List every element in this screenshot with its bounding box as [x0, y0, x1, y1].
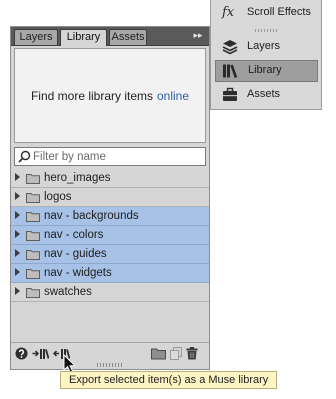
library-row-nav-guides[interactable]: nav - guides	[11, 245, 209, 264]
resize-grip[interactable]	[97, 363, 123, 367]
library-icon	[223, 64, 238, 78]
dock-item-label: Library	[248, 64, 282, 76]
library-row-label: nav - guides	[44, 248, 107, 260]
collapsed-panel-dock: fx Scroll Effects Layers Library Assets	[210, 0, 322, 110]
trash-icon[interactable]	[186, 347, 198, 360]
fx-icon: fx	[222, 5, 235, 20]
new-folder-icon[interactable]	[151, 347, 166, 360]
dock-item-library[interactable]: Library	[215, 60, 318, 82]
promo-text: Find more library items	[30, 88, 153, 103]
filter-input[interactable]	[33, 149, 201, 164]
assets-icon	[223, 87, 237, 101]
library-row-hero-images[interactable]: hero_images	[11, 169, 209, 188]
library-row-label: nav - backgrounds	[44, 210, 139, 222]
library-row-label: nav - colors	[44, 229, 104, 241]
tab-assets[interactable]: Assets	[109, 29, 147, 45]
library-item-list: hero_images logos nav - backgrounds nav …	[11, 169, 209, 302]
library-row-label: logos	[44, 191, 72, 203]
library-row-nav-widgets[interactable]: nav - widgets	[11, 264, 209, 283]
dock-item-label: Scroll Effects	[247, 6, 311, 18]
folder-icon	[26, 288, 40, 298]
panel-menu-icon[interactable]: ▸▸	[191, 29, 205, 42]
help-icon[interactable]	[15, 347, 28, 360]
dock-item-label: Layers	[247, 40, 281, 52]
search-icon	[18, 150, 31, 163]
folder-icon	[26, 193, 40, 203]
dock-item-layers[interactable]: Layers	[215, 36, 318, 58]
folder-icon	[26, 269, 40, 279]
expand-arrow-icon[interactable]	[15, 249, 20, 257]
dock-item-assets[interactable]: Assets	[215, 84, 318, 106]
filter-box	[14, 147, 206, 166]
folder-icon	[26, 231, 40, 241]
folder-icon	[26, 174, 40, 184]
layers-icon	[222, 40, 238, 55]
folder-icon	[26, 212, 40, 222]
expand-arrow-icon[interactable]	[15, 230, 20, 238]
dock-item-label: Assets	[247, 88, 281, 100]
panel-tab-bar: Layers Library Assets ▸▸	[11, 27, 209, 46]
library-row-nav-backgrounds[interactable]: nav - backgrounds	[11, 207, 209, 226]
library-row-logos[interactable]: logos	[11, 188, 209, 207]
expand-arrow-icon[interactable]	[15, 268, 20, 276]
library-panel: Layers Library Assets ▸▸ Find more libra…	[10, 26, 210, 370]
expand-arrow-icon[interactable]	[15, 192, 20, 200]
online-library-promo: Find more library items online	[14, 48, 206, 143]
library-row-label: hero_images	[44, 172, 111, 184]
library-row-swatches[interactable]: swatches	[11, 283, 209, 302]
tab-library[interactable]: Library	[60, 29, 107, 46]
expand-arrow-icon[interactable]	[15, 173, 20, 181]
new-item-icon[interactable]	[170, 347, 182, 360]
dock-separator	[255, 29, 277, 32]
folder-icon	[26, 250, 40, 260]
expand-arrow-icon[interactable]	[15, 211, 20, 219]
library-row-label: nav - widgets	[44, 267, 112, 279]
tooltip: Export selected item(s) as a Muse librar…	[60, 371, 278, 389]
import-library-icon[interactable]	[32, 347, 49, 360]
dock-item-scroll-effects[interactable]: fx Scroll Effects	[215, 2, 318, 24]
expand-arrow-icon[interactable]	[15, 287, 20, 295]
library-row-label: swatches	[44, 286, 92, 298]
library-row-nav-colors[interactable]: nav - colors	[11, 226, 209, 245]
tab-layers[interactable]: Layers	[14, 29, 58, 45]
online-link[interactable]: online	[157, 89, 189, 103]
panel-footer	[11, 342, 209, 369]
